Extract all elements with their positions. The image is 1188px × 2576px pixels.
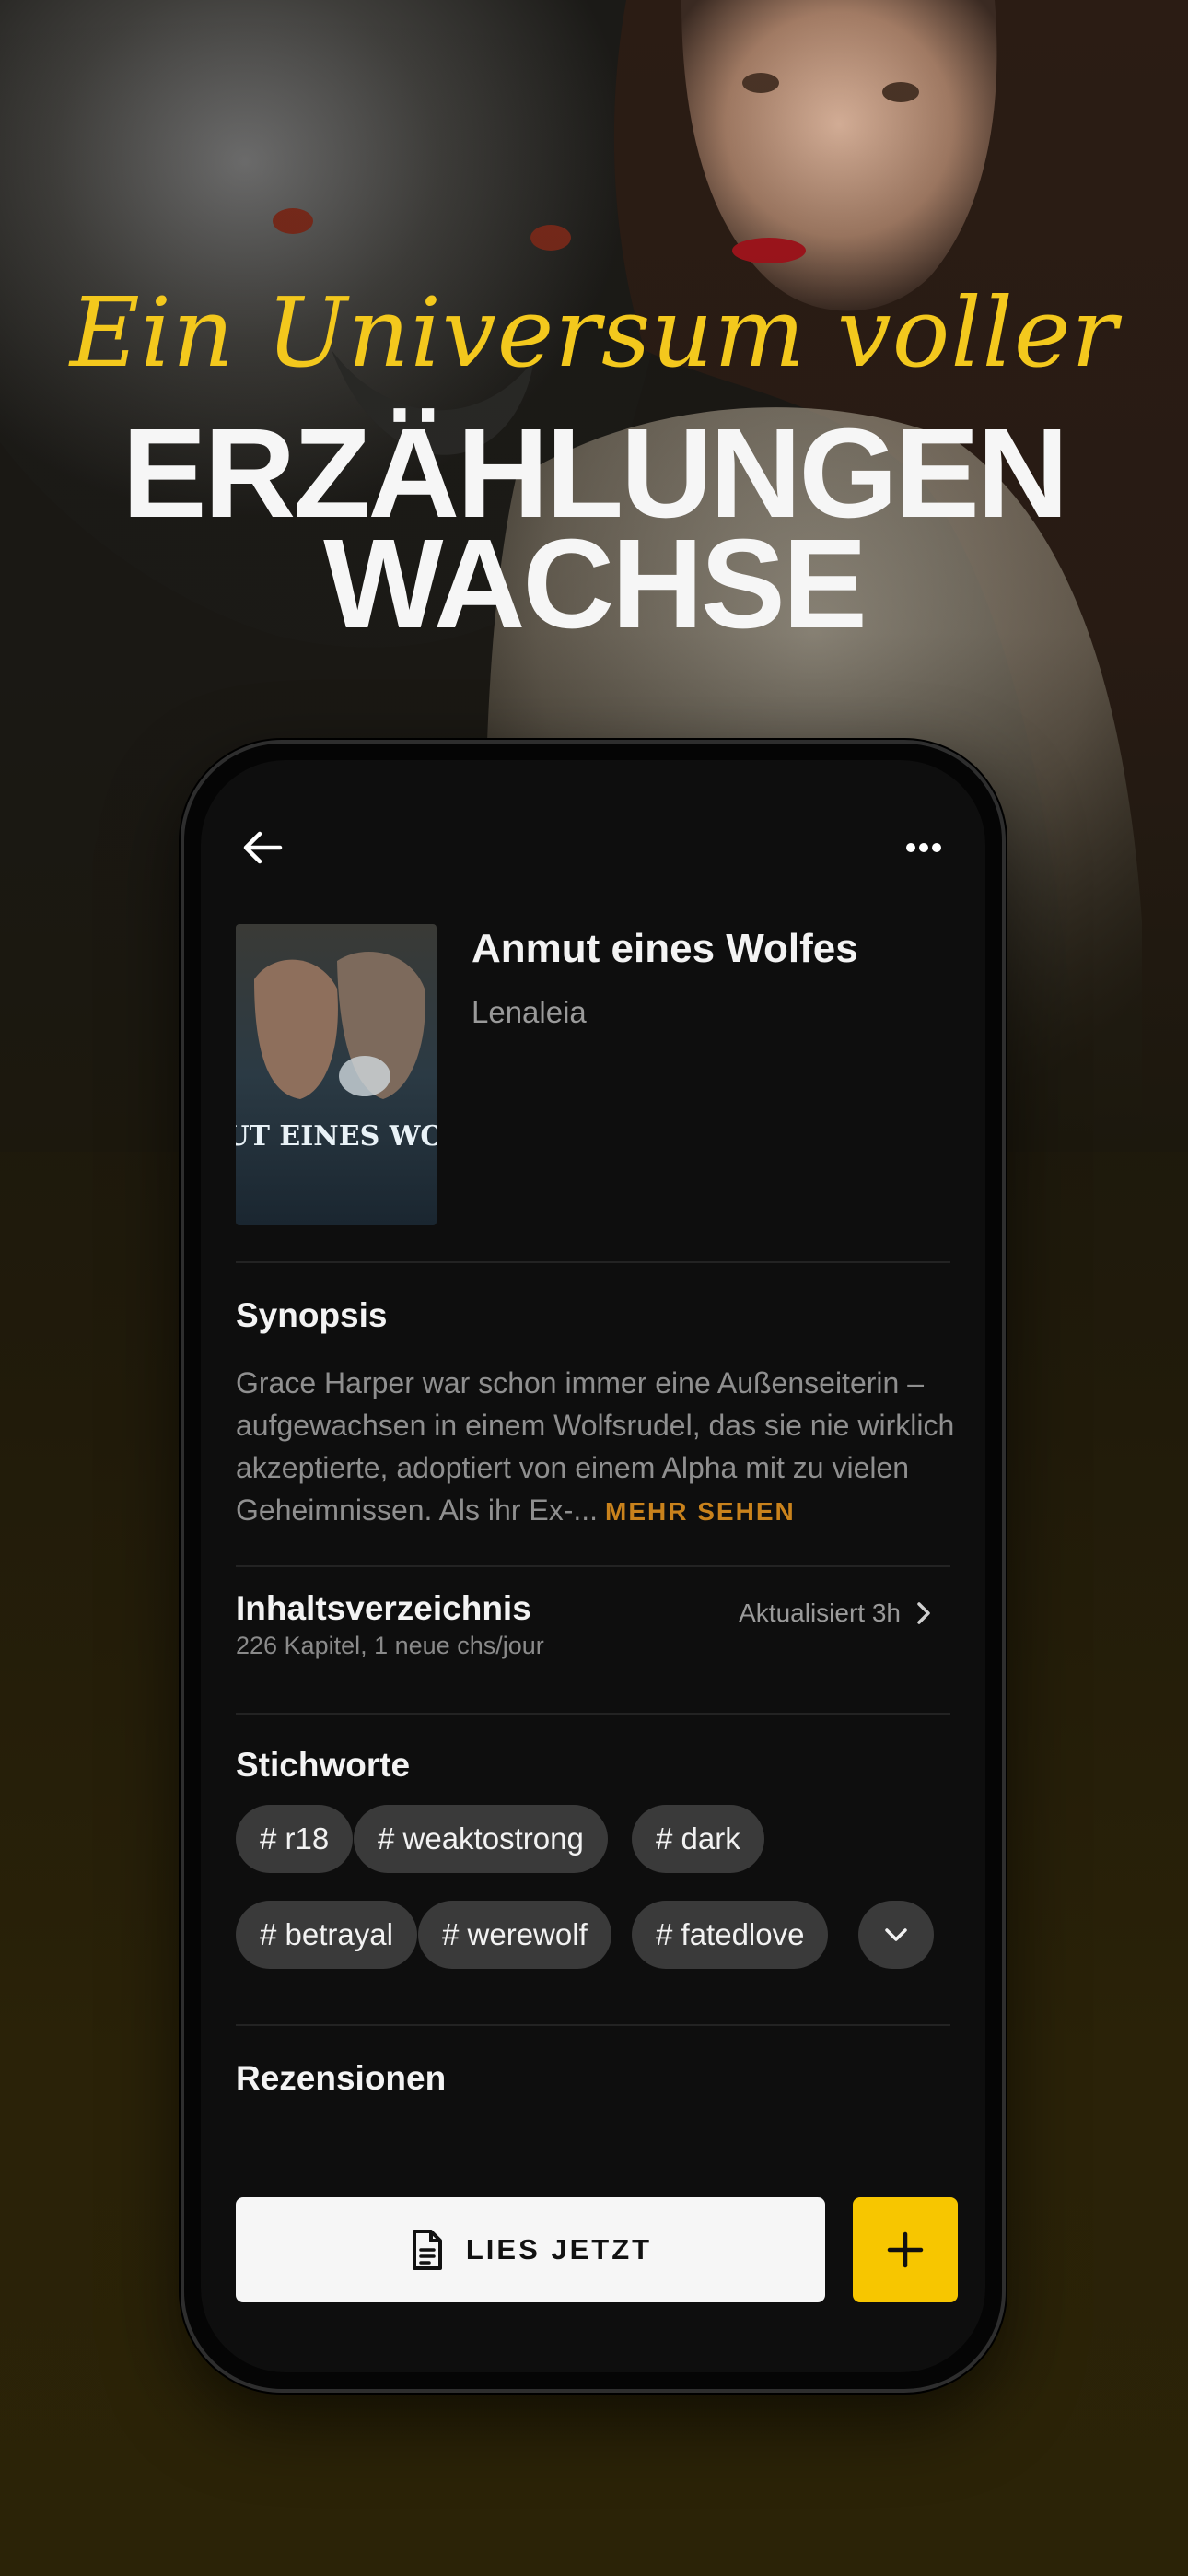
top-bar [201, 815, 985, 880]
promo-script-line: Ein Universum voller [69, 276, 1119, 389]
divider [236, 1261, 950, 1263]
divider [236, 1713, 950, 1715]
promo-headline-line-2: WACHSE [323, 513, 868, 655]
book-detail-screen: ANMUT EINES WOLFES Anmut eines Wolfes Le… [201, 760, 985, 2372]
read-now-label: LIES JETZT [465, 2233, 653, 2266]
toc-updated-text: Aktualisiert 3h [739, 1598, 901, 1627]
back-button[interactable] [238, 825, 287, 871]
plus-icon [887, 2231, 924, 2268]
toc-subtitle: 226 Kapitel, 1 neue chs/jour [236, 1632, 544, 1659]
see-more-link[interactable]: MEHR SEHEN [605, 1497, 796, 1526]
book-cover-text: ANMUT EINES WOLFES [236, 1120, 437, 1153]
more-options-button[interactable] [899, 825, 949, 871]
synopsis-text-block: Grace Harper war schon immer eine Außens… [236, 1362, 963, 1533]
read-now-button[interactable]: LIES JETZT [236, 2197, 825, 2302]
book-author[interactable]: Lenaleia [472, 995, 587, 1030]
add-to-library-button[interactable] [853, 2197, 958, 2302]
tag-chip[interactable]: # werewolf [418, 1901, 611, 1969]
book-title: Anmut eines Wolfes [472, 926, 858, 971]
synopsis-heading: Synopsis [236, 1296, 388, 1334]
reviews-heading: Rezensionen [236, 2059, 447, 2097]
divider [236, 2024, 950, 2026]
synopsis-text: Grace Harper war schon immer eine Außens… [236, 1366, 955, 1527]
arrow-left-icon [243, 831, 283, 864]
expand-tags-button[interactable] [858, 1901, 934, 1969]
more-horizontal-icon [906, 843, 941, 852]
book-cover-image[interactable]: ANMUT EINES WOLFES [236, 924, 437, 1225]
tag-chip[interactable]: # weaktostrong [354, 1805, 608, 1873]
phone-frame: ANMUT EINES WOLFES Anmut eines Wolfes Le… [181, 740, 1006, 2393]
chevron-right-icon [917, 1602, 930, 1624]
tags-heading: Stichworte [236, 1746, 411, 1784]
tag-chip[interactable]: # dark [632, 1805, 764, 1873]
divider [236, 1565, 950, 1567]
tag-chip[interactable]: # fatedlove [632, 1901, 829, 1969]
toc-heading: Inhaltsverzeichnis [236, 1589, 531, 1627]
tag-chip[interactable]: # betrayal [236, 1901, 417, 1969]
chevron-down-icon [885, 1928, 907, 1941]
tag-chip[interactable]: # r18 [236, 1805, 354, 1873]
document-icon [412, 2230, 442, 2270]
